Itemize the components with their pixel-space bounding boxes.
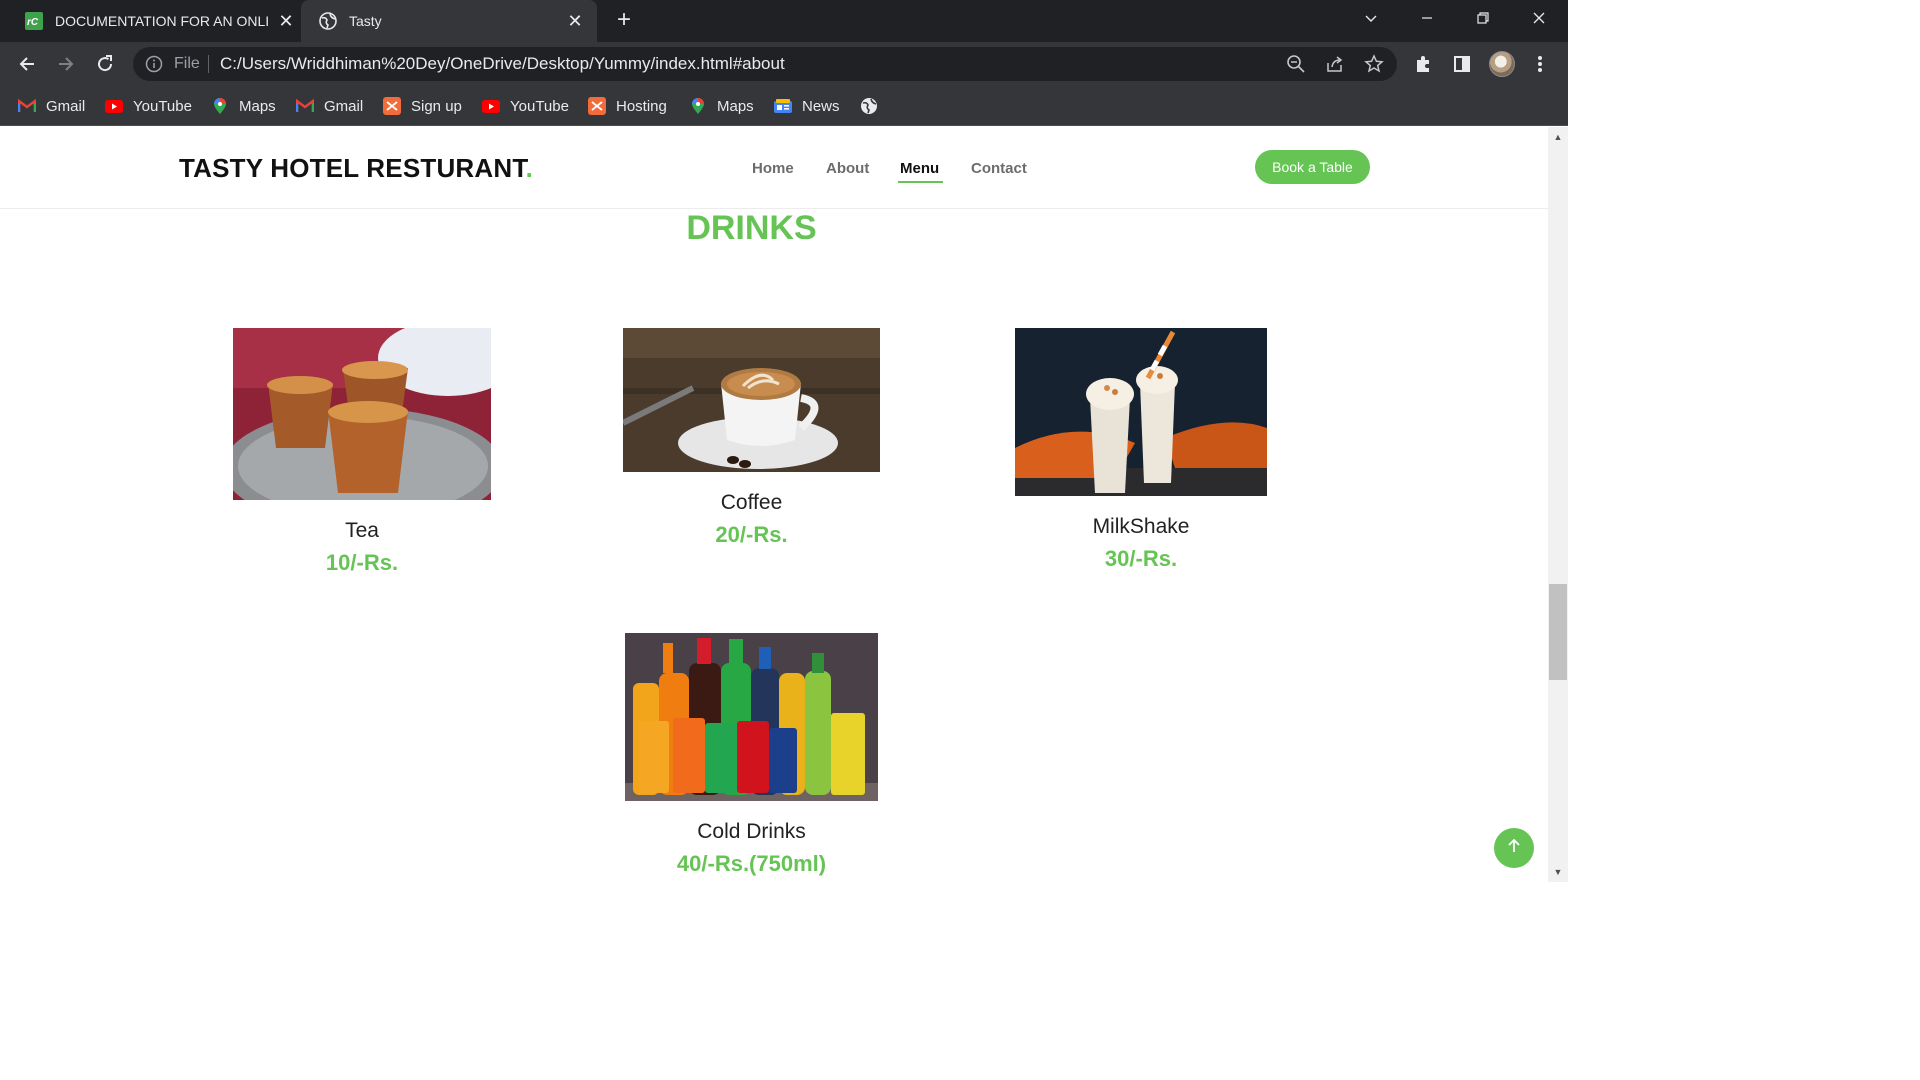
nav-home[interactable]: Home [752, 160, 794, 177]
browser-tab-documentation[interactable]: rC DOCUMENTATION FOR AN ONLINE ✕ [16, 0, 308, 42]
url-text[interactable]: C:/Users/Wriddhiman%20Dey/OneDrive/Deskt… [220, 54, 785, 74]
globe-icon [319, 12, 337, 30]
bookmark-news[interactable]: News [774, 94, 840, 118]
bookmark-star-icon[interactable] [1363, 53, 1385, 75]
browser-toolbar: File C:/Users/Wriddhiman%20Dey/OneDrive/… [0, 42, 1568, 86]
side-panel-icon[interactable] [1450, 52, 1474, 76]
item-price: 30/-Rs. [1104, 546, 1178, 571]
menu-item-coffee[interactable]: Coffee 20/-Rs. [623, 328, 880, 548]
minimize-icon[interactable] [1409, 0, 1445, 36]
menu-item-cold-drinks[interactable]: Cold Drinks 40/-Rs.(750ml) [625, 633, 878, 877]
youtube-icon [105, 97, 123, 115]
scrollbar-thumb[interactable] [1549, 584, 1567, 680]
maps-icon [211, 97, 229, 115]
nav-contact[interactable]: Contact [971, 160, 1027, 177]
item-name: Coffee [720, 491, 783, 514]
scheme-label: File [174, 55, 200, 72]
item-price: 20/-Rs. [715, 522, 788, 547]
close-tab-icon[interactable]: ✕ [565, 11, 585, 31]
browser-tab-tasty[interactable]: Tasty ✕ [301, 0, 597, 42]
item-name: Cold Drinks [697, 820, 806, 843]
item-price: 10/-Rs. [325, 550, 399, 575]
page-viewport: TASTY HOTEL RESTURANT. Home About Menu C… [0, 127, 1548, 882]
scroll-down-arrow-icon[interactable]: ▼ [1553, 867, 1563, 877]
extensions-icon[interactable] [1411, 52, 1435, 76]
bookmark-hosting[interactable]: Hosting [588, 94, 667, 118]
menu-item-milkshake[interactable]: MilkShake 30/-Rs. [1015, 328, 1267, 572]
site-header: TASTY HOTEL RESTURANT. Home About Menu C… [0, 127, 1548, 209]
section-title: DRINKS [686, 209, 817, 247]
tea-image [233, 328, 491, 505]
scroll-up-arrow-icon[interactable]: ▲ [1553, 132, 1563, 142]
bookmark-youtube[interactable]: YouTube [482, 94, 569, 118]
bookmark-maps[interactable]: Maps [211, 94, 276, 118]
svg-text:rC: rC [27, 17, 39, 28]
site-logo[interactable]: TASTY HOTEL RESTURANT. [179, 153, 533, 184]
page-scrollbar[interactable]: ▲ ▼ [1548, 127, 1568, 882]
share-icon[interactable] [1324, 53, 1346, 75]
bookmark-maps[interactable]: Maps [689, 94, 754, 118]
nav-menu[interactable]: Menu [900, 160, 939, 177]
codeanywhere-icon [383, 97, 401, 115]
back-icon[interactable] [13, 50, 41, 78]
address-bar[interactable]: File C:/Users/Wriddhiman%20Dey/OneDrive/… [133, 47, 1397, 81]
tab-search-icon[interactable] [1353, 0, 1389, 36]
cold-drinks-image [625, 633, 878, 806]
bookmarks-bar: Gmail YouTube Maps Gmail Sign up YouTube… [0, 86, 1568, 126]
youtube-icon [482, 97, 500, 115]
close-tab-icon[interactable]: ✕ [276, 11, 296, 31]
maps-icon [689, 97, 707, 115]
coffee-image [623, 328, 880, 477]
close-window-icon[interactable] [1521, 0, 1557, 36]
item-price: 40/-Rs.(750ml) [676, 851, 827, 876]
bookmark-globe[interactable] [860, 94, 888, 118]
zoom-out-icon[interactable] [1285, 53, 1307, 75]
gmail-icon [296, 97, 314, 115]
rc-logo-icon: rC [25, 12, 43, 30]
item-name: MilkShake [1092, 515, 1190, 538]
forward-icon[interactable] [52, 50, 80, 78]
bookmark-youtube[interactable]: YouTube [105, 94, 192, 118]
scroll-to-top-button[interactable] [1494, 828, 1534, 868]
menu-item-tea[interactable]: Tea 10/-Rs. [233, 328, 491, 576]
bookmark-sign-up[interactable]: Sign up [383, 94, 462, 118]
tab-title: Tasty [349, 13, 382, 29]
browser-tab-strip: rC DOCUMENTATION FOR AN ONLINE ✕ Tasty ✕… [0, 0, 1568, 42]
bookmark-gmail[interactable]: Gmail [296, 94, 363, 118]
globe-icon [860, 97, 878, 115]
arrow-up-icon [1507, 838, 1521, 858]
restore-icon[interactable] [1465, 0, 1501, 36]
reload-icon[interactable] [91, 50, 119, 78]
new-tab-icon[interactable]: + [612, 8, 636, 33]
divider [208, 55, 209, 73]
more-menu-icon[interactable] [1528, 52, 1552, 76]
gmail-icon [18, 97, 36, 115]
profile-avatar[interactable] [1489, 51, 1515, 77]
google-news-icon [774, 97, 792, 115]
codeanywhere-icon [588, 97, 606, 115]
info-icon[interactable] [145, 55, 163, 78]
book-table-button[interactable]: Book a Table [1255, 150, 1370, 184]
bookmark-gmail[interactable]: Gmail [18, 94, 85, 118]
tab-title: DOCUMENTATION FOR AN ONLINE [55, 13, 270, 29]
milkshake-image [1015, 328, 1267, 501]
active-nav-underline [898, 181, 943, 183]
nav-about[interactable]: About [826, 160, 869, 177]
item-name: Tea [345, 519, 379, 542]
